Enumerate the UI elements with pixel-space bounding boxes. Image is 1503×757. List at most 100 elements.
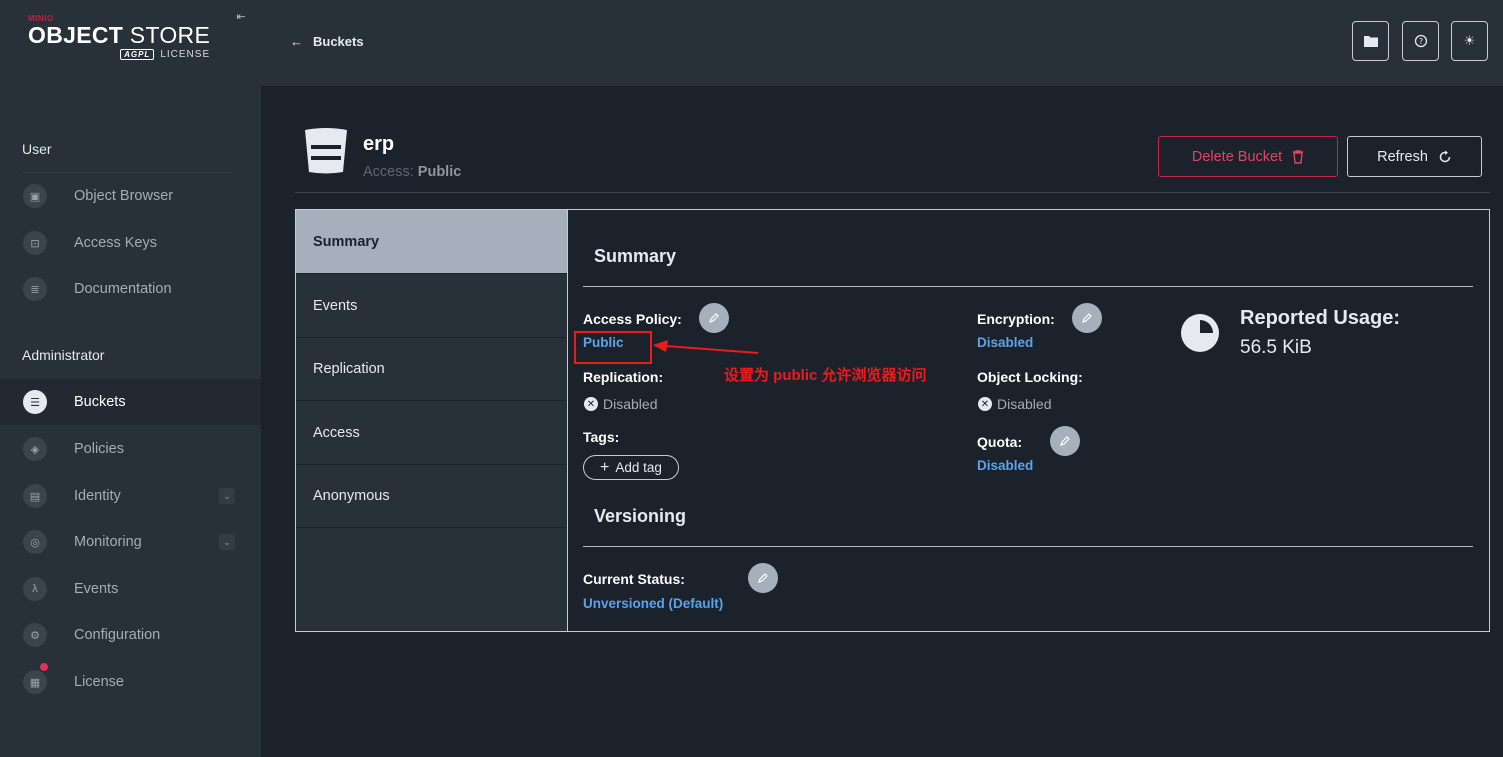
sidebar-item-label: Configuration [74, 627, 161, 643]
access-keys-icon: ⊡ [23, 231, 47, 255]
sidebar-item-label: Monitoring [74, 534, 142, 550]
bucket-large-icon [305, 128, 347, 174]
notification-dot [40, 663, 48, 671]
sidebar-item-label: License [74, 674, 124, 690]
reported-usage-label: Reported Usage: [1240, 307, 1401, 329]
bucket-access-info: Access: Public [363, 164, 461, 180]
replication-status: ✕ Disabled [584, 396, 657, 412]
quota-value: Disabled [977, 458, 1034, 473]
pencil-icon [709, 313, 719, 323]
pencil-icon [1060, 436, 1070, 446]
usage-pie-icon [1181, 314, 1219, 352]
top-bar: ← Buckets ? ☀ [261, 0, 1503, 86]
folder-button[interactable] [1352, 21, 1389, 61]
sidebar-item-label: Documentation [74, 281, 172, 297]
annotation-arrow [653, 340, 759, 354]
bucket-tabs: Summary Events Replication Access Anonym… [296, 210, 568, 631]
annotation-highlight-box [574, 331, 652, 364]
add-tag-button[interactable]: + Add tag [583, 455, 679, 480]
plus-icon: + [600, 458, 610, 476]
logo-product-light: STORE [129, 22, 211, 48]
tab-events[interactable]: Events [296, 274, 567, 338]
sidebar-item-label: Policies [74, 441, 124, 457]
object-locking-label: Object Locking: [977, 369, 1083, 385]
edit-quota-button[interactable] [1050, 426, 1080, 456]
back-to-buckets-link[interactable]: ← Buckets [290, 34, 364, 49]
bucket-access-prefix: Access: [363, 164, 414, 180]
logo-license: AGPL LICENSE [28, 49, 210, 60]
chevron-down-icon[interactable]: ⌄ [219, 488, 235, 504]
minio-logo[interactable]: MINIO OBJECT STORE AGPL LICENSE [28, 14, 210, 60]
header-divider [295, 192, 1490, 193]
trash-icon [1293, 149, 1304, 164]
access-policy-label: Access Policy: [583, 311, 682, 327]
current-status-label: Current Status: [583, 571, 685, 587]
bucket-name: erp [363, 133, 395, 155]
quota-label: Quota: [977, 434, 1023, 450]
sidebar-item-events[interactable]: λ Events [0, 566, 261, 612]
logo-product-name: OBJECT STORE [28, 22, 210, 48]
license-label: LICENSE [160, 49, 211, 60]
replication-label: Replication: [583, 369, 664, 385]
add-tag-label: Add tag [615, 460, 662, 475]
tab-access[interactable]: Access [296, 401, 567, 465]
user-section-label: User [22, 141, 52, 157]
documentation-icon: ≣ [23, 277, 47, 301]
edit-access-policy-button[interactable] [699, 303, 729, 333]
refresh-label: Refresh [1377, 148, 1428, 165]
license-icon: ▦ [23, 670, 47, 694]
summary-title: Summary [594, 246, 677, 266]
folder-icon [1363, 36, 1378, 47]
object-browser-icon: ▣ [23, 184, 47, 208]
sidebar-item-label: Access Keys [74, 235, 157, 251]
policy-shield-icon: ◈ [23, 437, 47, 461]
help-icon: ? [1414, 34, 1427, 48]
pencil-icon [1082, 313, 1092, 323]
sidebar-item-object-browser[interactable]: ▣ Object Browser [0, 173, 261, 219]
collapse-sidebar-icon[interactable]: ⇤ [234, 10, 248, 24]
sidebar-item-configuration[interactable]: ⚙ Configuration [0, 612, 261, 658]
sidebar: MINIO OBJECT STORE AGPL LICENSE ⇤ User ▣… [0, 0, 261, 757]
edit-encryption-button[interactable] [1072, 303, 1102, 333]
delete-bucket-label: Delete Bucket [1191, 148, 1283, 165]
sidebar-item-access-keys[interactable]: ⊡ Access Keys [0, 220, 261, 266]
annotation-text: 设置为 public 允许浏览器访问 [724, 367, 927, 384]
sidebar-item-documentation[interactable]: ≣ Documentation [0, 266, 261, 312]
theme-toggle-button[interactable]: ☀ [1451, 21, 1488, 61]
sun-icon: ☀ [1463, 33, 1476, 48]
tab-replication[interactable]: Replication [296, 337, 567, 401]
help-button[interactable]: ? [1402, 21, 1439, 61]
pencil-icon [758, 573, 768, 583]
svg-text:?: ? [1418, 37, 1422, 46]
delete-bucket-button[interactable]: Delete Bucket [1158, 136, 1338, 177]
current-status-value: Unversioned (Default) [583, 596, 724, 611]
tags-label: Tags: [583, 429, 620, 445]
encryption-label: Encryption: [977, 311, 1055, 327]
chevron-down-icon[interactable]: ⌄ [219, 534, 235, 550]
sidebar-item-buckets[interactable]: ☰ Buckets [0, 379, 261, 425]
bucket-access-value: Public [417, 164, 462, 180]
reported-usage-value: 56.5 KiB [1240, 337, 1312, 358]
sidebar-item-label: Identity [74, 488, 121, 504]
encryption-value: Disabled [977, 335, 1034, 350]
sidebar-item-monitoring[interactable]: ◎ Monitoring ⌄ [0, 519, 261, 565]
versioning-divider [583, 546, 1473, 547]
sidebar-item-policies[interactable]: ◈ Policies [0, 426, 261, 472]
sidebar-item-identity[interactable]: ▤ Identity ⌄ [0, 473, 261, 519]
edit-versioning-button[interactable] [748, 563, 778, 593]
object-locking-status: ✕ Disabled [978, 396, 1051, 412]
sidebar-item-label: Buckets [74, 394, 126, 410]
refresh-icon [1439, 150, 1451, 162]
identity-icon: ▤ [23, 484, 47, 508]
logo-product-bold: OBJECT [28, 22, 124, 48]
refresh-button[interactable]: Refresh [1347, 136, 1482, 177]
tab-summary[interactable]: Summary [296, 210, 567, 274]
agpl-badge: AGPL [120, 49, 155, 60]
tab-anonymous[interactable]: Anonymous [296, 464, 567, 528]
bucket-details-panel: Summary Events Replication Access Anonym… [295, 209, 1490, 632]
lambda-icon: λ [23, 577, 47, 601]
sidebar-item-license[interactable]: ▦ License [0, 659, 261, 705]
replication-value: Disabled [603, 396, 658, 412]
disabled-x-icon: ✕ [978, 397, 992, 411]
sidebar-item-label: Object Browser [74, 188, 174, 204]
